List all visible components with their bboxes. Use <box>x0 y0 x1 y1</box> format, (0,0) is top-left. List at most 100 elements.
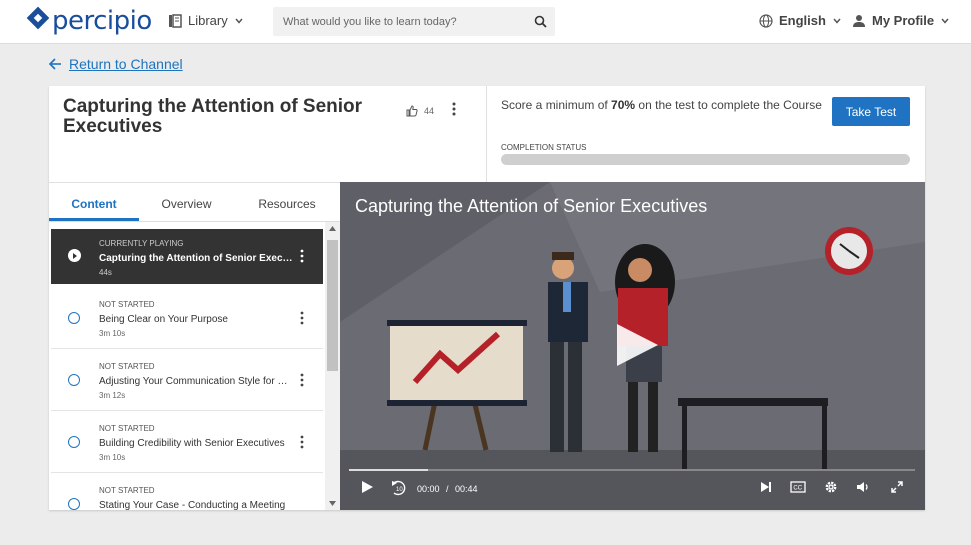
library-icon <box>169 13 182 28</box>
tab-overview[interactable]: Overview <box>139 183 234 221</box>
closed-captions-icon: CC <box>790 481 806 493</box>
course-card: Capturing the Attention of Senior Execut… <box>49 86 925 510</box>
item-status: NOT STARTED <box>99 486 155 495</box>
fullscreen-icon <box>891 481 903 493</box>
completion-status-label: COMPLETION STATUS <box>501 143 587 152</box>
content-tabs: Content Overview Resources <box>49 183 340 222</box>
score-suffix: on the test to complete the Course <box>638 98 822 112</box>
test-panel: Score a minimum of 70% on the test to co… <box>487 86 925 182</box>
not-started-circle-icon <box>68 436 80 448</box>
item-title: Being Clear on Your Purpose <box>99 314 228 325</box>
play-button[interactable] <box>360 480 374 499</box>
video-progress-fill <box>349 469 429 471</box>
item-status: NOT STARTED <box>99 362 155 371</box>
not-started-circle-icon <box>68 498 80 510</box>
logo-mark-icon <box>26 6 50 30</box>
arrow-left-icon <box>48 58 61 70</box>
video-progress-bar[interactable] <box>349 469 915 471</box>
content-list: CURRENTLY PLAYING Capturing the Attentio… <box>49 222 340 510</box>
more-vertical-icon <box>300 435 304 449</box>
list-item[interactable]: NOT STARTED Adjusting Your Communication… <box>51 349 323 411</box>
fullscreen-button[interactable] <box>890 480 904 499</box>
video-title: Capturing the Attention of Senior Execut… <box>355 196 708 216</box>
more-vertical-icon <box>452 102 456 116</box>
video-frame-illustration <box>340 182 925 510</box>
list-item[interactable]: NOT STARTED Being Clear on Your Purpose … <box>51 287 323 349</box>
volume-button[interactable] <box>856 480 871 499</box>
item-title: Capturing the Attention of Senior Execut… <box>99 253 294 264</box>
skip-next-icon <box>761 482 771 492</box>
video-controls: 10 00:00 / 00:44 CC <box>340 464 925 510</box>
item-more-options-button[interactable] <box>299 435 305 454</box>
item-title: Adjusting Your Communication Style for S… <box>99 376 294 387</box>
globe-icon <box>759 13 773 28</box>
list-item[interactable]: NOT STARTED Stating Your Case - Conducti… <box>51 473 323 510</box>
course-more-options-button[interactable] <box>450 101 458 122</box>
item-status: NOT STARTED <box>99 424 155 433</box>
return-label: Return to Channel <box>69 56 183 72</box>
item-more-options-button[interactable] <box>299 249 305 268</box>
search-box <box>273 7 555 36</box>
more-vertical-icon <box>300 373 304 387</box>
svg-text:10: 10 <box>396 487 403 493</box>
tab-content[interactable]: Content <box>49 183 139 221</box>
chevron-down-icon <box>833 18 841 24</box>
user-icon <box>853 14 865 27</box>
score-prefix: Score a minimum of <box>501 98 608 112</box>
not-started-circle-icon <box>68 312 80 324</box>
list-item[interactable]: NOT STARTED Building Credibility with Se… <box>51 411 323 473</box>
item-more-options-button[interactable] <box>299 373 305 392</box>
return-to-channel-link[interactable]: Return to Channel <box>48 56 183 72</box>
thumbs-up-icon <box>406 105 418 117</box>
score-value: 70% <box>611 98 636 112</box>
chevron-down-icon <box>941 18 949 24</box>
settings-button[interactable] <box>824 480 838 499</box>
list-scrollbar[interactable] <box>325 222 340 510</box>
language-menu[interactable]: English <box>759 13 842 28</box>
item-status: CURRENTLY PLAYING <box>99 239 184 248</box>
not-started-circle-icon <box>68 374 80 386</box>
course-title: Capturing the Attention of Senior Execut… <box>63 96 363 137</box>
scroll-up-icon <box>329 226 336 231</box>
take-test-button[interactable]: Take Test <box>832 97 910 126</box>
current-time: 00:00 <box>417 484 440 494</box>
item-duration: 3m 10s <box>99 453 126 462</box>
next-button[interactable] <box>759 480 773 499</box>
rewind-10-icon: 10 <box>392 480 406 496</box>
volume-icon <box>857 482 868 492</box>
chevron-down-icon <box>235 18 243 24</box>
like-button[interactable]: 44 <box>406 105 434 117</box>
tab-resources[interactable]: Resources <box>234 183 340 221</box>
percipio-logo[interactable]: percipio <box>26 6 152 36</box>
completion-progress-bar <box>501 154 910 165</box>
rewind-10-button[interactable]: 10 <box>391 480 408 501</box>
library-menu[interactable]: Library <box>168 13 244 28</box>
item-status: NOT STARTED <box>99 300 155 309</box>
more-vertical-icon <box>300 311 304 325</box>
library-label: Library <box>188 13 228 28</box>
play-circle-icon <box>68 249 81 262</box>
play-icon <box>362 481 373 493</box>
top-nav-bar: percipio Library English My Profile <box>0 0 971 44</box>
item-title: Building Credibility with Senior Executi… <box>99 438 285 449</box>
search-input[interactable] <box>273 15 525 28</box>
item-duration: 3m 10s <box>99 329 126 338</box>
item-duration: 3m 12s <box>99 391 126 400</box>
gear-icon <box>825 481 837 493</box>
search-icon[interactable] <box>525 15 555 28</box>
item-title: Stating Your Case - Conducting a Meeting <box>99 500 286 510</box>
video-player[interactable]: Capturing the Attention of Senior Execut… <box>340 182 925 510</box>
scrollbar-thumb[interactable] <box>327 240 338 371</box>
logo-wordmark: percipio <box>52 6 152 36</box>
score-requirement: Score a minimum of 70% on the test to co… <box>501 98 822 112</box>
item-more-options-button[interactable] <box>299 311 305 330</box>
like-count: 44 <box>424 106 435 116</box>
scroll-down-icon <box>329 501 336 506</box>
closed-captions-button[interactable]: CC <box>790 480 806 499</box>
course-header: Capturing the Attention of Senior Execut… <box>49 86 487 182</box>
list-item[interactable]: CURRENTLY PLAYING Capturing the Attentio… <box>51 229 323 284</box>
profile-menu[interactable]: My Profile <box>852 13 950 28</box>
svg-text:CC: CC <box>793 486 802 492</box>
more-vertical-icon <box>300 249 304 263</box>
profile-label: My Profile <box>872 13 935 28</box>
